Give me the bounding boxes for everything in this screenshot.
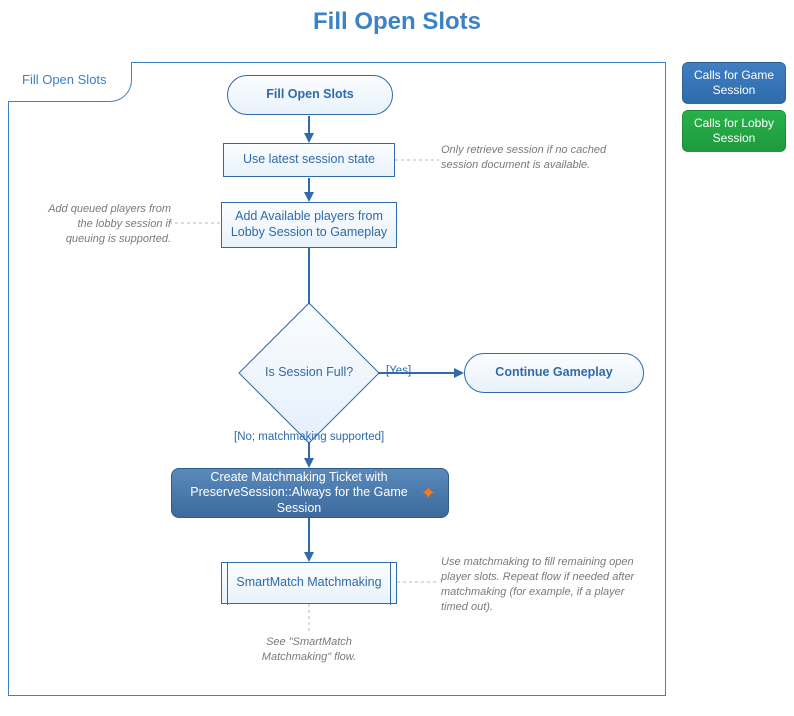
decision-text: Is Session Full? (260, 365, 358, 381)
arrow-head-icon (304, 458, 314, 468)
arrow-head-icon (304, 192, 314, 202)
node-decision-session-full: Is Session Full? (259, 323, 359, 423)
legend-game-session: Calls for Game Session (682, 62, 786, 104)
arrow-head-icon (304, 552, 314, 562)
edge-label-yes: [Yes] (386, 365, 411, 377)
star-icon: ✦ (421, 482, 436, 505)
node-continue-gameplay: Continue Gameplay (464, 353, 644, 393)
node-use-latest-state: Use latest session state (223, 143, 395, 177)
annotation-use-mm: Use matchmaking to fill remaining open p… (441, 555, 641, 614)
arrow-head-icon (454, 368, 464, 378)
create-ticket-text: Create Matchmaking Ticket with PreserveS… (186, 470, 412, 517)
node-add-players: Add Available players from Lobby Session… (221, 202, 397, 248)
node-start: Fill Open Slots (227, 75, 393, 115)
annotation-retrieve: Only retrieve session if no cached sessi… (441, 143, 611, 173)
arrow-head-icon (304, 133, 314, 143)
annotation-queued: Add queued players from the lobby sessio… (39, 202, 171, 247)
diagram-title: Fill Open Slots (0, 0, 794, 36)
edge-label-no: [No; matchmaking supported] (234, 431, 384, 443)
annotation-see-flow: See "SmartMatch Matchmaking" flow. (254, 635, 364, 665)
node-smartmatch: SmartMatch Matchmaking (221, 562, 397, 604)
legend-lobby-session: Calls for Lobby Session (682, 110, 786, 152)
node-create-matchmaking-ticket: Create Matchmaking Ticket with PreserveS… (171, 468, 449, 518)
legend: Calls for Game Session Calls for Lobby S… (682, 62, 786, 158)
diagram-frame: Fill Open Slots Fill Open Slots Use late… (8, 62, 666, 696)
